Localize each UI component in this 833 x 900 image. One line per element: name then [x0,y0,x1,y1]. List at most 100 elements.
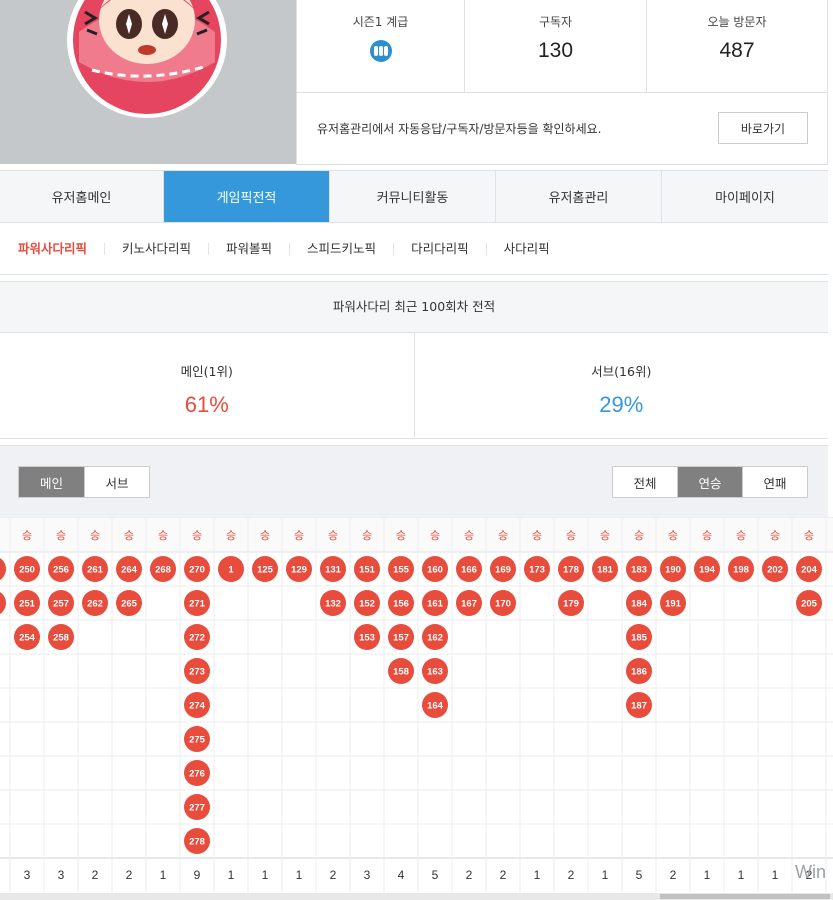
mode-all-button[interactable]: 전체 [613,467,678,497]
subtab-powerball[interactable]: 파워볼픽 [208,242,289,255]
grade-stat: 시즌1 계급 [297,0,465,92]
streak-count: 2 [500,868,507,882]
streak-ball-number: 187 [631,701,647,712]
goto-button[interactable]: 바로가기 [718,112,808,144]
streak-header-win: 승 [56,529,66,542]
streak-header-win: 승 [158,529,168,542]
streak-ball-number: 273 [189,667,205,678]
streak-header-win: 승 [498,529,508,542]
streak-grid-svg: 승승2502512543승2562572583승2612622승2642652승… [0,517,833,892]
notice-box: 유저홈관리에서 자동응답/구독자/방문자등을 확인하세요. 바로가기 [296,93,828,165]
streak-count: 1 [602,868,609,882]
streak-count: 3 [364,868,371,882]
avatar[interactable] [67,0,227,118]
streak-ball-number: 251 [19,599,36,610]
streak-ball-number: 183 [631,565,647,576]
grade-label: 시즌1 계급 [352,15,409,29]
subtab-dari-dari[interactable]: 다리다리픽 [393,242,486,255]
streak-count: 1 [228,868,235,882]
streak-ball-number: 1 [228,565,234,576]
mode-lose-streak-button[interactable]: 연패 [743,467,807,497]
streak-count: 1 [772,868,779,882]
subtab-keno-ladder[interactable]: 키노사다리픽 [104,242,208,255]
streak-count: 3 [58,868,65,882]
streak-ball-number: 265 [121,599,138,610]
streak-header-win: 승 [90,529,100,542]
streak-ball-number: 158 [393,667,409,678]
streak-ball-number: 185 [631,633,648,644]
subtab-power-ladder[interactable]: 파워사다리픽 [18,242,104,255]
tab-community-activity[interactable]: 커뮤니티활동 [330,171,496,222]
streak-ball-number: 190 [665,565,681,576]
streak-ball-number: 254 [19,633,36,644]
diamond-grade-icon [369,40,392,62]
visitor-stat: 오늘 방문자 487 [647,0,827,92]
sub-tabs: 파워사다리픽 키노사다리픽 파워볼픽 스피드키노픽 다리다리픽 사다리픽 [0,223,828,275]
streak-ball-number: 202 [767,565,783,576]
streak-ball-number: 262 [87,599,103,610]
tab-game-pick-record[interactable]: 게임픽전적 [164,171,330,222]
streak-ball-number: 261 [87,565,104,576]
streak-ball-number: 181 [597,565,614,576]
streak-ball-number: 191 [665,599,682,610]
streak-ball-number: 170 [495,599,511,610]
tab-userhome-manage[interactable]: 유저홈관리 [496,171,662,222]
streak-count: 2 [466,868,473,882]
streak-ball-number: 186 [631,667,647,678]
streak-count: 3 [24,868,31,882]
streak-count: 1 [296,868,303,882]
streak-ball-number: 275 [189,735,206,746]
streak-count: 5 [636,868,643,882]
profile-panel [0,0,296,164]
stats-bar: 시즌1 계급 구독자 130 오늘 방문자 487 [296,0,828,93]
main-record: 메인(1위) 61% [0,333,415,438]
tab-userhome-main[interactable]: 유저홈메인 [0,171,164,222]
avatar-image [69,0,225,118]
streak-ball-number: 161 [427,599,444,610]
streak-ball-number: 129 [291,565,307,576]
record-summary: 메인(1위) 61% 서브(16위) 29% [0,333,828,439]
streak-header-win: 승 [634,529,644,542]
horizontal-scrollbar[interactable] [0,893,833,900]
filter-bar: 메인 서브 전체 연승 연패 [0,445,828,517]
view-main-button[interactable]: 메인 [19,467,85,497]
streak-count: 4 [398,868,405,882]
scrollbar-thumb[interactable] [660,894,830,899]
mode-win-streak-button[interactable]: 연승 [678,467,743,497]
streak-header-win: 승 [328,529,338,542]
streak-count: 9 [194,868,201,882]
streak-header-win: 승 [226,529,236,542]
streak-ball-number: 270 [189,565,205,576]
streak-count: 1 [738,868,745,882]
sub-record-label: 서브(16위) [591,364,652,379]
sub-record-percent: 29% [599,392,644,417]
streak-ball-number: 131 [325,565,342,576]
view-sub-button[interactable]: 서브 [85,467,149,497]
streak-ball-number: 169 [495,565,511,576]
subscribers-count: 130 [537,39,574,62]
notice-text: 유저홈관리에서 자동응답/구독자/방문자등을 확인하세요. [317,122,602,136]
subtab-speed-keno[interactable]: 스피드키노픽 [289,242,393,255]
tab-my-page[interactable]: 마이페이지 [662,171,828,222]
streak-header-win: 승 [430,529,440,542]
subtab-ladder[interactable]: 사다리픽 [485,242,567,255]
streak-ball-number: 204 [801,565,818,576]
streak-count: 1 [704,868,711,882]
streak-ball [0,558,6,580]
streak-count: 2 [92,868,99,882]
subscribers-label: 구독자 [538,15,573,29]
streak-header-win: 승 [464,529,474,542]
streak-ball-number: 256 [53,565,69,576]
streak-ball-number: 173 [529,565,545,576]
streak-ball-number: 264 [121,565,138,576]
streak-ball-number: 276 [189,769,205,780]
streak-count: 2 [330,868,337,882]
streak-count: 1 [262,868,269,882]
streak-ball-number: 179 [563,599,579,610]
streak-ball-number: 178 [563,565,579,576]
streak-header-win: 승 [804,529,814,542]
streak-ball-number: 198 [733,565,749,576]
main-record-label: 메인(1위) [180,364,233,379]
main-tabs: 유저홈메인 게임픽전적 커뮤니티활동 유저홈관리 마이페이지 [0,170,828,223]
streak-count: 2 [126,868,133,882]
